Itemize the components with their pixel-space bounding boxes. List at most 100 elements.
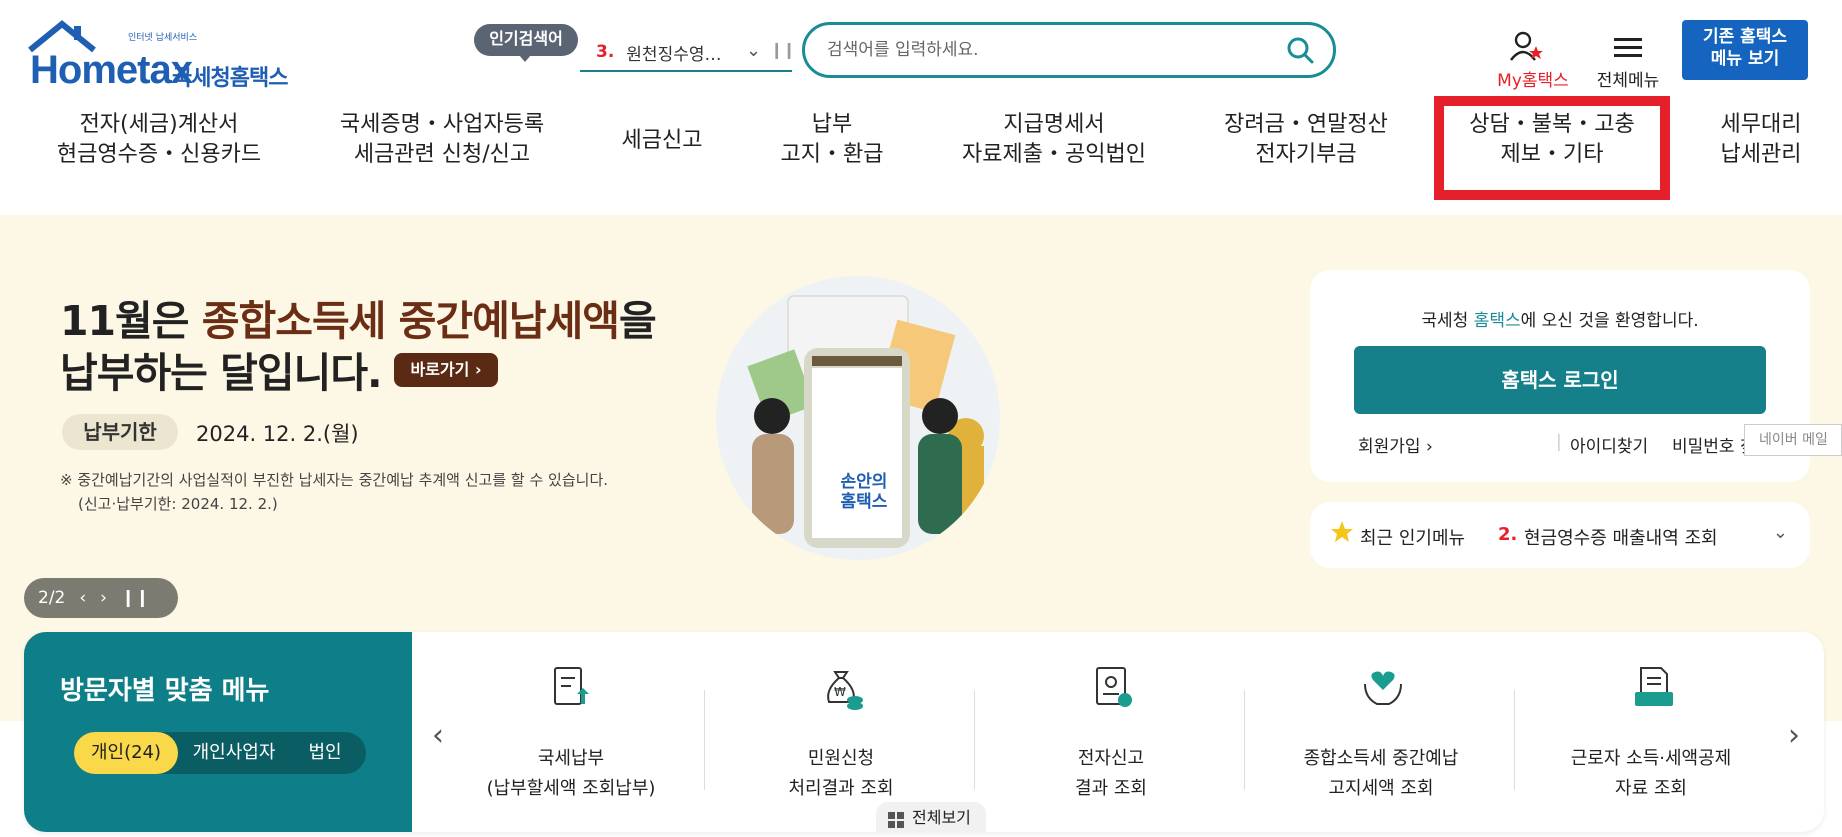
hero-title-prefix: 11월은	[60, 297, 202, 345]
gnb-e-invoice[interactable]: 전자(세금)계산서 현금영수증・신용카드	[48, 110, 270, 170]
gnb-line1: 지급명세서	[1003, 112, 1105, 137]
chevron-down-icon[interactable]: ⌄	[1773, 522, 1788, 543]
gnb-incentive[interactable]: 장려금・연말정산 전자기부금	[1216, 110, 1396, 170]
visitor-item-civil-petition[interactable]: ₩ 민원신청처리결과 조회	[706, 666, 976, 806]
welcome-message: 국세청 홈택스에 오신 것을 환영합니다.	[1310, 306, 1810, 331]
login-button[interactable]: 홈택스 로그인	[1354, 346, 1766, 414]
due-date-value: 2024. 12. 2.(월)	[196, 422, 359, 446]
chevron-right-icon: ›	[474, 360, 482, 379]
all-menu-label: 전체메뉴	[1596, 71, 1660, 91]
search-box	[802, 22, 1336, 78]
header: 인터넷 납세서비스 Hometax 국세청홈택스 인기검색어 3. 원천징수영……	[0, 0, 1842, 215]
old-hometax-line1: 기존 홈택스	[1702, 27, 1788, 47]
divider	[704, 690, 705, 790]
old-hometax-line2: 메뉴 보기	[1710, 49, 1780, 69]
popular-search-badge: 인기검색어	[474, 24, 578, 62]
signup-link[interactable]: 회원가입 ›	[1358, 432, 1433, 457]
hometax-logo[interactable]: 인터넷 납세서비스 Hometax 국세청홈택스	[26, 20, 296, 92]
gnb-payment-statement[interactable]: 지급명세서 자료제출・공익법인	[954, 110, 1154, 170]
login-panel: 국세청 홈택스에 오신 것을 환영합니다. 홈택스 로그인 회원가입 › | 아…	[1310, 270, 1810, 482]
gnb-line1: 장려금・연말정산	[1224, 112, 1388, 137]
pause-icon[interactable]: ❙❙	[121, 588, 150, 608]
welcome-highlight: 홈택스	[1473, 311, 1521, 331]
heart-hands-icon	[1364, 671, 1402, 705]
logo-brand: Hometax	[30, 48, 193, 92]
gnb-line1: 세금신고	[621, 128, 703, 153]
gnb-line2: 전자기부금	[1255, 142, 1357, 167]
pause-icon[interactable]: ❙❙	[770, 40, 796, 59]
visitor-item-text: 국세납부 (납부할세액 조회납부)	[436, 744, 706, 804]
chevron-down-icon[interactable]: ⌄	[746, 40, 761, 61]
mobile-hometax-illustration	[747, 295, 984, 548]
go-button-label: 바로가기	[410, 360, 470, 379]
gnb-payment[interactable]: 납부 고지・환급	[772, 110, 892, 170]
carousel-next-icon[interactable]: ›	[1788, 718, 1800, 753]
chevron-right-icon: ›	[1425, 437, 1433, 457]
tab-individual[interactable]: 개인(24)	[74, 732, 178, 774]
hero-note: ※ 중간예납기간의 사업실적이 부진한 납세자는 중간예납 추계액 신고를 할 …	[60, 468, 608, 516]
visitor-tabs: 개인(24) 개인사업자 법인	[74, 732, 366, 774]
visitor-item-e-filing[interactable]: 전자신고 결과 조회	[976, 666, 1246, 806]
tab-sole-proprietor[interactable]: 개인사업자	[182, 732, 286, 774]
gnb-line1: 전자(세금)계산서	[79, 112, 239, 137]
popular-search-rank: 3.	[596, 42, 615, 62]
gnb-tax-return[interactable]: 세금신고	[612, 126, 712, 156]
chevron-left-icon[interactable]: ‹	[79, 588, 86, 608]
go-button[interactable]: 바로가기 ›	[394, 353, 498, 387]
pager-count: 2/2	[38, 588, 66, 608]
hero-note-line2: (신고·납부기한: 2024. 12. 2.)	[78, 495, 278, 513]
all-menu-button[interactable]: 전체메뉴	[1590, 30, 1666, 92]
recent-popular-menu[interactable]: 최근 인기메뉴 2. 현금영수증 매출내역 조회 ⌄	[1310, 502, 1810, 568]
my-hometax-button[interactable]: My홈택스	[1482, 30, 1578, 92]
view-all-button[interactable]: 전체보기	[876, 802, 986, 832]
gnb-line2: 고지・환급	[780, 142, 884, 167]
hero-title-suffix: 을	[618, 297, 657, 345]
recent-popular-item[interactable]: 현금영수증 매출내역 조회	[1524, 524, 1718, 550]
hero-illustration: 손안의 홈택스	[716, 276, 1000, 560]
visitor-item-line1: 전자신고	[1077, 748, 1145, 769]
search-icon[interactable]	[1285, 35, 1315, 65]
find-id-link[interactable]: 아이디찾기	[1570, 432, 1648, 457]
recent-popular-rank: 2.	[1498, 524, 1518, 545]
logo-korean-name: 국세청홈택스	[172, 66, 288, 91]
view-all-label: 전체보기	[912, 808, 971, 827]
visitor-item-line1: 근로자 소득·세액공제	[1570, 748, 1732, 769]
hero-note-line1: ※ 중간예납기간의 사업실적이 부진한 납세자는 중간예납 추계액 신고를 할 …	[60, 471, 609, 489]
visitor-item-interim-tax[interactable]: 종합소득세 중간예납 고지세액 조회	[1246, 666, 1516, 806]
document-tray-icon	[1635, 667, 1673, 706]
star-icon	[1331, 521, 1353, 542]
grid-icon	[888, 812, 904, 828]
svg-text:₩: ₩	[834, 685, 846, 699]
gnb-line2: 자료제출・공익법인	[962, 142, 1146, 167]
popular-search-rolling[interactable]: 3. 원천징수영… ⌄ ❙❙	[580, 34, 796, 72]
visitor-item-text: 민원신청처리결과 조회	[706, 744, 976, 804]
tab-corporation[interactable]: 법인	[288, 732, 362, 774]
popular-search-term[interactable]: 원천징수영…	[626, 40, 734, 65]
gnb-line2: 납세관리	[1720, 142, 1802, 167]
visitor-item-line2: 자료 조회	[1615, 778, 1687, 799]
banner-pager: 2/2 ‹ › ❙❙	[24, 578, 178, 618]
search-input[interactable]	[827, 37, 1267, 63]
visitor-item-text: 전자신고 결과 조회	[976, 744, 1246, 804]
visitor-item-line2: 고지세액 조회	[1328, 778, 1434, 799]
tax-payment-icon	[554, 667, 589, 705]
hamburger-icon	[1614, 38, 1642, 57]
visitor-item-line1: 국세납부	[537, 748, 605, 769]
visitor-item-worker-deduction[interactable]: 근로자 소득·세액공제자료 조회	[1516, 666, 1786, 806]
hero-title-line2: 납부하는 달입니다.	[60, 349, 383, 397]
visitor-item-line2: 처리결과 조회	[788, 778, 894, 799]
divider	[1244, 690, 1245, 790]
visitor-item-tax-payment[interactable]: 국세납부 (납부할세액 조회납부)	[436, 666, 706, 806]
visitor-menu-panel: 방문자별 맞춤 메뉴 개인(24) 개인사업자 법인 ‹ › 국세납부 (납부할세…	[24, 632, 1824, 832]
naver-mail-tooltip[interactable]: 네이버 메일	[1744, 424, 1842, 456]
signup-label: 회원가입	[1358, 437, 1421, 457]
highlight-box	[1434, 96, 1670, 200]
chevron-right-icon[interactable]: ›	[100, 588, 107, 608]
gnb-tax-certificate[interactable]: 국세증명・사업자등록 세금관련 신청/신고	[332, 110, 552, 170]
certificate-icon	[1096, 667, 1132, 707]
my-hometax-label: My홈택스	[1497, 71, 1569, 91]
gnb-tax-agent[interactable]: 세무대리 납세관리	[1706, 110, 1816, 170]
hero-title: 11월은 종합소득세 중간예납세액을 납부하는 달입니다.	[60, 295, 657, 399]
old-hometax-menu-button[interactable]: 기존 홈택스 메뉴 보기	[1682, 20, 1808, 80]
visitor-item-line1: 민원신청	[807, 748, 875, 769]
